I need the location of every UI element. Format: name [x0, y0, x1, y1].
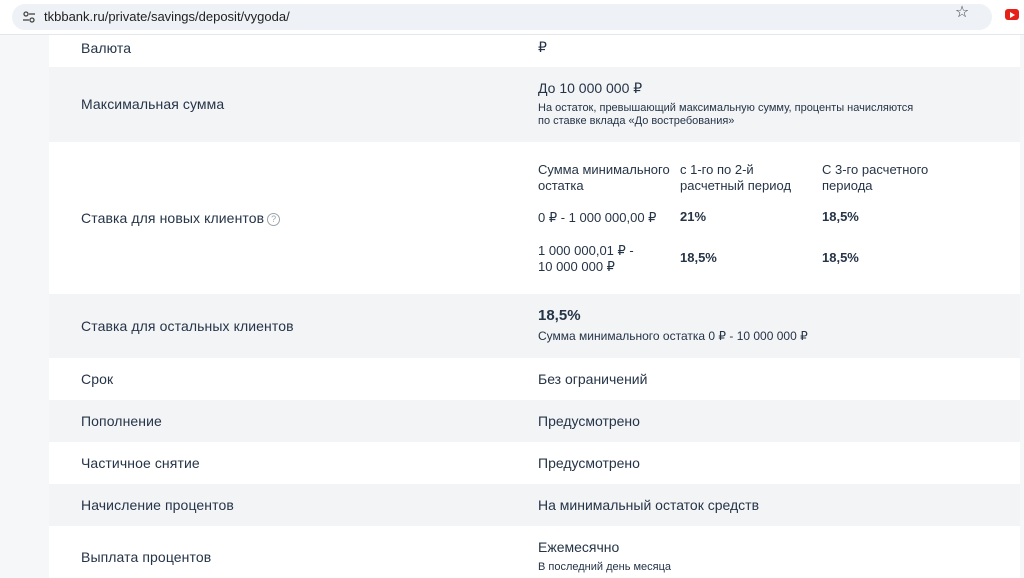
row-label: Срок: [81, 371, 114, 387]
row-label: Пополнение: [81, 413, 162, 429]
row-label: Валюта: [81, 40, 132, 56]
row-currency: Валюта ₽: [49, 35, 1020, 67]
row-payout: Выплата процентов Ежемесячно В последний…: [49, 526, 1020, 578]
url-text[interactable]: tkbbank.ru/private/savings/deposit/vygod…: [44, 9, 290, 25]
range-row-1: 0 ₽ - 1 000 000,00 ₽: [538, 210, 657, 225]
max-sum-note-line1: На остаток, превышающий максимальную сум…: [538, 102, 914, 114]
row-withdrawal: Частичное снятие Предусмотрено: [49, 442, 1020, 484]
max-sum-note-line2: по ставке вклада «До востребования»: [538, 115, 735, 127]
rate-row-1-period-2: 18,5%: [822, 209, 859, 224]
row-value: Без ограничений: [538, 371, 648, 387]
header-min-balance: Сумма минимального остатка: [538, 162, 670, 193]
row-value-block: Ежемесячно В последний день месяца: [538, 539, 671, 574]
row-label: Ставка для новых клиентов: [81, 210, 265, 226]
row-other-clients-rate: Ставка для остальных клиентов 18,5% Сумм…: [49, 294, 1020, 358]
row-value-block: До 10 000 000 ₽ На остаток, превышающий …: [538, 80, 913, 128]
row-term: Срок Без ограничений: [49, 358, 1020, 400]
site-settings-icon[interactable]: [22, 10, 36, 24]
row-label: Выплата процентов: [81, 549, 212, 565]
row-accrual: Начисление процентов На минимальный оста…: [49, 484, 1020, 526]
row-label-wrap: Ставка для новых клиентов?: [81, 210, 281, 226]
browser-address-bar: tkbbank.ru/private/savings/deposit/vygod…: [0, 0, 1024, 35]
row-max-sum: Максимальная сумма До 10 000 000 ₽ На ос…: [49, 67, 1020, 142]
row-label: Начисление процентов: [81, 497, 234, 513]
row-value: Предусмотрено: [538, 455, 640, 471]
row-label: Максимальная сумма: [81, 96, 225, 112]
row-value: На минимальный остаток средств: [538, 497, 760, 513]
rate-row-2-period-1: 18,5%: [680, 250, 717, 265]
max-sum-value: До 10 000 000 ₽: [538, 80, 643, 96]
deposit-conditions-table: Валюта ₽ Максимальная сумма До 10 000 00…: [49, 35, 1020, 578]
youtube-extension-icon[interactable]: [1005, 9, 1019, 20]
bookmark-star-icon[interactable]: ☆: [952, 3, 972, 23]
header-period-1-2: с 1-го по 2-й расчетный период: [680, 162, 792, 193]
other-rate: 18,5%: [538, 307, 581, 324]
row-value: Предусмотрено: [538, 413, 640, 429]
row-value-block: 18,5% Сумма минимального остатка 0 ₽ - 1…: [538, 307, 808, 343]
omnibox[interactable]: tkbbank.ru/private/savings/deposit/vygod…: [12, 4, 992, 30]
payout-value: Ежемесячно: [538, 539, 620, 555]
rate-row-2-period-2: 18,5%: [822, 250, 859, 265]
row-new-clients-rate: Ставка для новых клиентов? Сумма минимал…: [49, 142, 1020, 294]
payout-note: В последний день месяца: [538, 561, 672, 573]
row-label: Частичное снятие: [81, 455, 200, 471]
rate-row-1-period-1: 21%: [680, 209, 707, 224]
other-rate-note: Сумма минимального остатка 0 ₽ - 10 000 …: [538, 329, 808, 343]
range-row-2: 1 000 000,01 ₽ - 10 000 000 ₽: [538, 243, 634, 274]
row-label: Ставка для остальных клиентов: [81, 318, 294, 334]
row-value: ₽: [538, 39, 547, 55]
row-topup: Пополнение Предусмотрено: [49, 400, 1020, 442]
header-period-3: С 3-го расчетного периода: [822, 162, 929, 193]
help-icon[interactable]: ?: [267, 213, 281, 226]
rate-table: Сумма минимального остатка с 1-го по 2-й…: [538, 142, 958, 294]
